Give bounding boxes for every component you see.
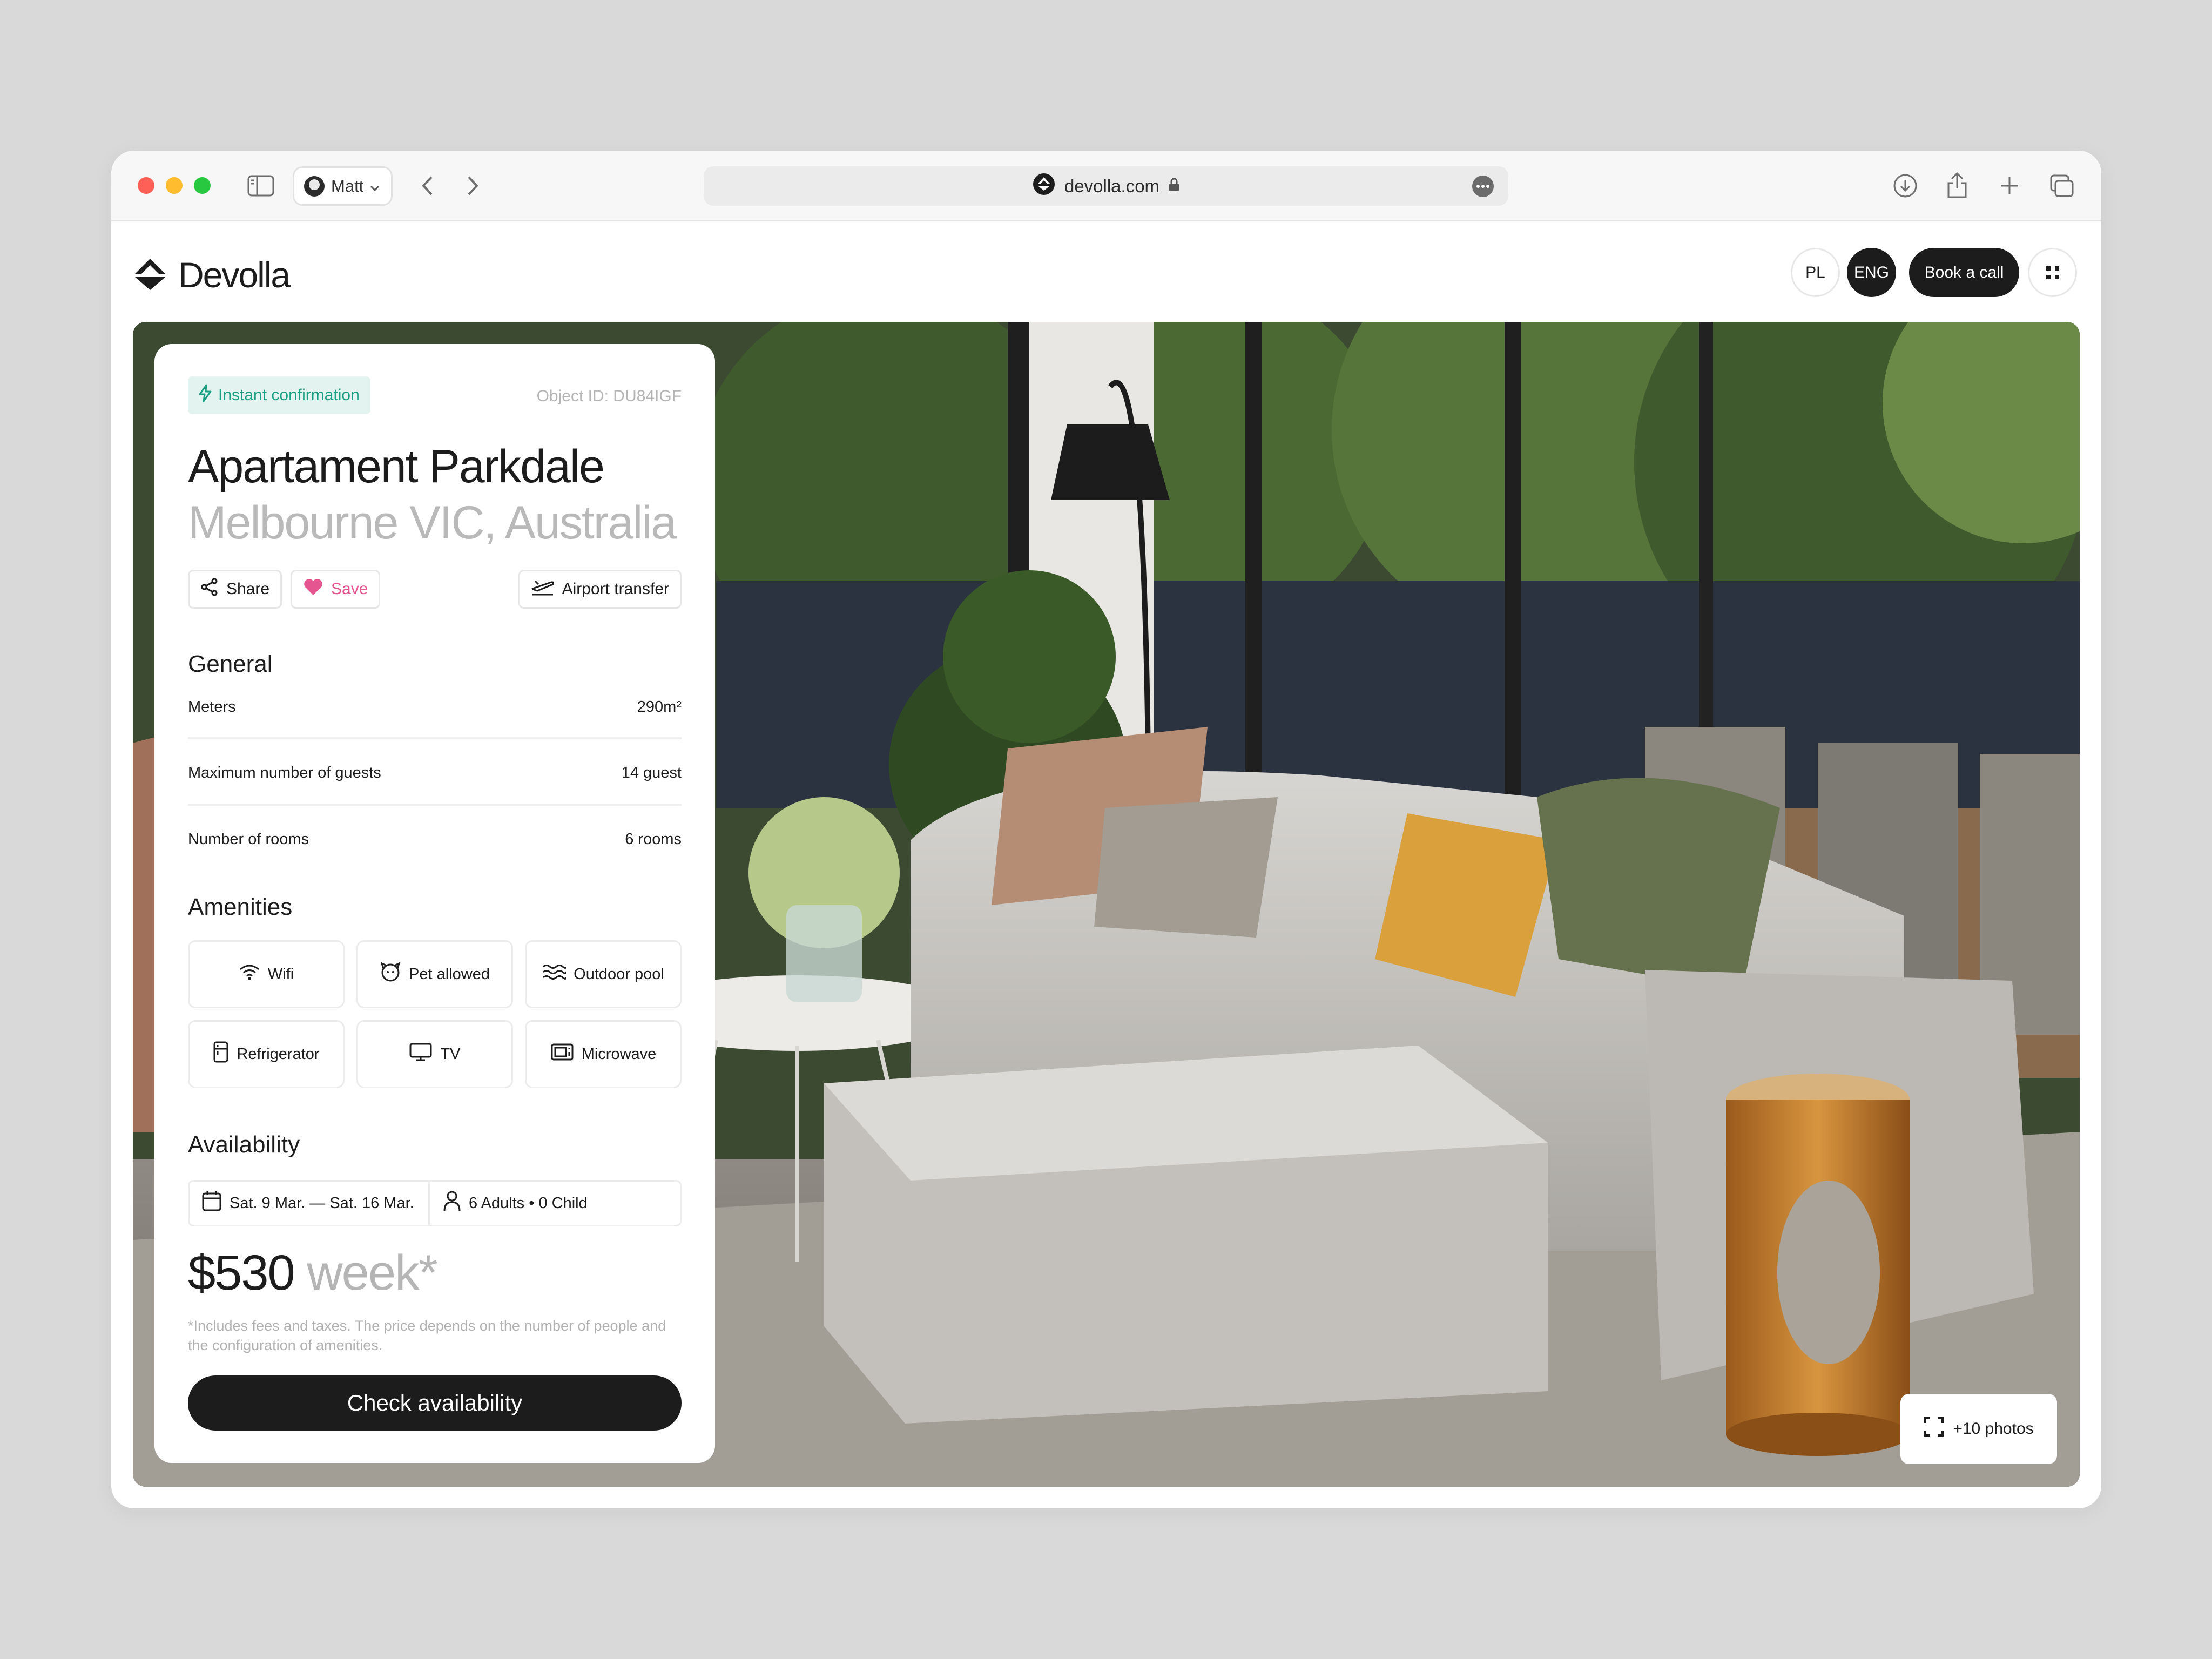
amenity-label: Pet allowed	[409, 965, 490, 983]
amenity-pool: Outdoor pool	[525, 940, 682, 1008]
heart-icon	[303, 578, 323, 601]
general-label: Meters	[188, 698, 236, 716]
general-row: Meters 290m²	[188, 698, 682, 716]
amenity-pet: Pet allowed	[356, 940, 513, 1008]
date-range-text: Sat. 9 Mar. — Sat. 16 Mar.	[230, 1194, 414, 1212]
check-availability-button[interactable]: Check availability	[188, 1375, 682, 1431]
amenity-tv: TV	[356, 1020, 513, 1088]
more-options-icon[interactable]	[1472, 175, 1494, 198]
badge-label: Instant confirmation	[218, 386, 360, 404]
lang-pl-button[interactable]: PL	[1791, 248, 1840, 297]
general-row: Maximum number of guests 14 guest	[188, 764, 682, 782]
date-range-field[interactable]: Sat. 9 Mar. — Sat. 16 Mar.	[190, 1182, 430, 1225]
availability-selector: Sat. 9 Mar. — Sat. 16 Mar. 6 Adults • 0 …	[188, 1180, 682, 1226]
wifi-icon	[239, 963, 260, 985]
amenity-label: Wifi	[267, 965, 294, 983]
general-label: Number of rooms	[188, 831, 309, 848]
general-value: 290m²	[637, 698, 682, 716]
amenity-refrigerator: Refrigerator	[188, 1020, 345, 1088]
browser-window: Matt devolla.com Devolla PL ENG Book a c…	[111, 151, 2101, 1508]
lang-eng-button[interactable]: ENG	[1847, 248, 1896, 297]
listing-title: Apartament Parkdale	[188, 441, 605, 493]
save-button[interactable]: Save	[291, 570, 381, 609]
lightning-icon	[198, 384, 213, 407]
instant-confirmation-badge: Instant confirmation	[188, 376, 370, 414]
share-button[interactable]: Share	[188, 570, 282, 609]
tab-overview-icon[interactable]	[2047, 172, 2076, 199]
brand-logo[interactable]: Devolla	[132, 254, 291, 295]
guests-field[interactable]: 6 Adults • 0 Child	[430, 1182, 680, 1225]
general-label: Maximum number of guests	[188, 764, 381, 781]
amenity-microwave: Microwave	[525, 1020, 682, 1088]
airport-transfer-button[interactable]: Airport transfer	[518, 570, 682, 609]
share-icon	[200, 578, 219, 601]
microwave-icon	[550, 1043, 574, 1065]
amenity-wifi: Wifi	[188, 940, 345, 1008]
sidebar-toggle-icon[interactable]	[246, 172, 275, 199]
amenity-label: Outdoor pool	[574, 965, 664, 983]
price-period: week*	[307, 1245, 438, 1300]
calendar-icon	[201, 1190, 222, 1216]
more-photos-label: +10 photos	[1953, 1420, 2034, 1438]
download-icon[interactable]	[1892, 172, 1919, 199]
listing-location: Melbourne VIC, Australia	[188, 497, 677, 549]
object-id: Object ID: DU84IGF	[536, 387, 682, 405]
logo-icon	[132, 255, 168, 295]
availability-heading: Availability	[188, 1131, 300, 1158]
general-row: Number of rooms 6 rooms	[188, 831, 682, 848]
user-icon	[443, 1190, 461, 1216]
divider	[188, 804, 682, 806]
zoom-window-button[interactable]	[194, 177, 211, 194]
pet-icon	[380, 962, 401, 987]
price-note: *Includes fees and taxes. The price depe…	[188, 1318, 666, 1353]
tv-icon	[409, 1042, 433, 1066]
close-window-button[interactable]	[138, 177, 154, 194]
site-favicon-icon	[1032, 172, 1056, 200]
avatar	[304, 176, 325, 197]
fullscreen-icon	[1924, 1417, 1944, 1441]
amenities-heading: Amenities	[188, 894, 293, 920]
price: $530 week*	[188, 1245, 438, 1301]
listing-card: Instant confirmation Object ID: DU84IGF …	[154, 344, 715, 1463]
airport-transfer-label: Airport transfer	[562, 580, 669, 598]
amenity-label: TV	[440, 1045, 461, 1063]
general-value: 14 guest	[621, 764, 682, 781]
brand-name: Devolla	[178, 255, 291, 295]
forward-icon[interactable]	[460, 172, 487, 199]
address-bar[interactable]: devolla.com	[704, 166, 1508, 206]
book-call-button[interactable]: Book a call	[1909, 248, 2019, 297]
back-icon[interactable]	[414, 172, 441, 199]
pool-icon	[542, 963, 567, 985]
browser-toolbar: Matt devolla.com	[111, 151, 2101, 221]
refrigerator-icon	[213, 1041, 229, 1068]
lock-icon	[1168, 176, 1180, 197]
url-text: devolla.com	[1064, 176, 1160, 196]
divider	[188, 737, 682, 739]
more-photos-button[interactable]: +10 photos	[1900, 1394, 2057, 1464]
share-icon[interactable]	[1944, 170, 1971, 200]
chevron-down-icon	[370, 177, 380, 196]
save-label: Save	[331, 580, 368, 598]
amenity-label: Microwave	[581, 1045, 657, 1063]
profile-name: Matt	[331, 176, 364, 195]
price-amount: $530	[188, 1245, 295, 1300]
profile-switcher[interactable]: Matt	[293, 166, 393, 206]
general-value: 6 rooms	[625, 831, 682, 848]
share-label: Share	[226, 580, 270, 598]
general-heading: General	[188, 651, 273, 677]
minimize-window-button[interactable]	[166, 177, 183, 194]
amenity-label: Refrigerator	[237, 1045, 320, 1063]
guests-text: 6 Adults • 0 Child	[469, 1194, 588, 1212]
plane-icon	[531, 578, 555, 601]
menu-grid-icon[interactable]	[2028, 248, 2077, 297]
new-tab-icon[interactable]	[1996, 172, 2023, 199]
